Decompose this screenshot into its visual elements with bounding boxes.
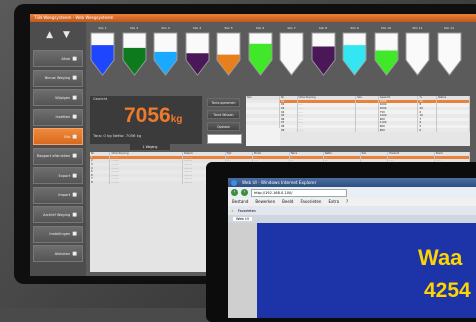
favorites-button[interactable]: Favorieten	[238, 209, 256, 213]
sidebar-button-label: Afval	[61, 56, 71, 61]
sidebar-button-label: Export	[58, 173, 71, 178]
browser-menu-bar: Bestand Bewerken Beeld Favorieten Extra?	[228, 198, 476, 206]
sidebar: ▲ ▼ Afval ■ Nieuw Weging ■ Wijzigen ■ Inzetten…	[30, 22, 86, 276]
favorites-bar: ★ Favorieten	[228, 206, 476, 215]
weight-display: Gewicht 7056kg Tara: 0 kg Netto: 7056 kg	[90, 96, 202, 144]
sidebar-button-label: Wijzigen	[55, 95, 71, 100]
weging-input[interactable]	[207, 134, 242, 144]
weight-number-text: 4254	[424, 279, 471, 302]
browser-menu-item[interactable]: Beeld	[282, 198, 293, 206]
silo-fill-level	[375, 50, 397, 75]
edit-icon: ■	[72, 94, 77, 101]
archive-icon: ■	[72, 211, 77, 218]
drop-icon: ■	[72, 114, 77, 120]
address-input[interactable]: http://192.168.0.100/	[251, 188, 347, 197]
back-icon[interactable]: ‹	[231, 189, 238, 196]
silo-fill-level	[154, 51, 177, 75]
silo-tank[interactable]: Silo 5	[216, 26, 241, 78]
weight-caption: Gewicht	[93, 97, 108, 101]
weging-count: 1 Weging	[130, 144, 170, 150]
browser-menu-item[interactable]: Extra	[328, 198, 339, 206]
sidebar-button-6[interactable]: Export ■	[33, 167, 83, 184]
browser-menu-item[interactable]: Favorieten	[300, 198, 321, 206]
silo-icon: ■	[72, 133, 77, 140]
sidebar-button-1[interactable]: Nieuw Weging ■	[33, 69, 83, 87]
silo-fill-level	[186, 53, 208, 75]
sidebar-button-label: Afsluiten	[54, 251, 71, 256]
silo-fill-level	[123, 47, 145, 75]
browser-menu-item[interactable]: Bewerken	[255, 198, 275, 206]
sidebar-button-label: Archief Weging	[43, 212, 71, 217]
sidebar-button-5[interactable]: Rapport afdrukken ■	[33, 147, 83, 165]
tab-bar: Web UI	[228, 215, 476, 223]
browser-title-bar: Web UI - Windows Internet Explorer	[228, 178, 476, 187]
tarra-wissen-button[interactable]: Tarra Wissen	[207, 110, 240, 119]
sidebar-button-label: Silo	[63, 134, 71, 139]
scale-icon: ■	[72, 75, 77, 81]
weight-heading-text: Waa	[418, 245, 463, 270]
silo-tank[interactable]: Silo 12	[437, 26, 462, 78]
silo-tank[interactable]: Silo 8	[311, 26, 336, 78]
sidebar-button-label: Import	[58, 193, 71, 197]
sidebar-button-7[interactable]: Import ■	[33, 186, 83, 204]
silo-tank[interactable]: Silo 4	[185, 26, 210, 78]
power-icon: ■	[72, 250, 77, 257]
silo-tank[interactable]: Silo 2	[122, 26, 147, 78]
tarra-opnemen-button[interactable]: Tarra opnemen	[207, 98, 240, 107]
opslaan-button[interactable]: Opslaan	[207, 122, 240, 131]
sidebar-button-label: Rapport afdrukken	[36, 154, 71, 158]
printer-icon: ■	[72, 153, 77, 159]
app-title-bar: TSN Weegsysteem - Web Weegsysteem	[30, 14, 476, 22]
sidebar-button-label: Nieuw Weging	[44, 76, 71, 80]
browser-window: Web UI - Windows Internet Explorer ‹ › h…	[228, 178, 476, 318]
silo-fill-level	[343, 45, 366, 75]
sidebar-button-label: Inzetten	[55, 115, 71, 119]
sidebar-button-8[interactable]: Archief Weging ■	[33, 206, 83, 223]
import-icon: ■	[72, 192, 77, 198]
sidebar-arrows: ▲ ▼	[30, 22, 86, 48]
filter-icon: ■	[72, 231, 77, 237]
forward-icon[interactable]: ›	[241, 189, 248, 196]
weight-value: 7056kg	[124, 104, 183, 127]
silo-tank[interactable]: Silo 7	[279, 26, 304, 78]
material-table: Nr Omschrijving Silo Gewicht% Status 01 ·····…	[280, 96, 471, 146]
tab-web-ui[interactable]: Web UI	[233, 217, 252, 221]
sidebar-button-3[interactable]: Inzetten ■	[33, 108, 83, 126]
silo-fill-level	[91, 45, 114, 75]
silo-list: Silo	[246, 96, 280, 146]
sidebar-button-9[interactable]: Instellingen ■	[33, 225, 83, 243]
bag-icon: ■	[72, 55, 77, 62]
silo-tank[interactable]: Silo 11	[405, 26, 430, 78]
silo-fill-level	[312, 46, 334, 75]
silo-tank[interactable]: Silo 3	[153, 26, 178, 78]
sidebar-button-10[interactable]: Afsluiten ■	[33, 245, 83, 262]
sidebar-button-2[interactable]: Wijzigen ■	[33, 89, 83, 106]
silo-tank[interactable]: Silo 6	[248, 26, 273, 78]
sidebar-button-0[interactable]: Afval ■	[33, 50, 83, 67]
up-arrow-icon[interactable]: ▲	[46, 30, 53, 40]
silo-tank[interactable]: Silo 9	[342, 26, 367, 78]
down-arrow-icon[interactable]: ▼	[63, 30, 70, 40]
favorites-star-icon[interactable]: ★	[231, 209, 234, 213]
silo-tank[interactable]: Silo 1	[90, 26, 115, 78]
sidebar-button-label: Instellingen	[49, 232, 71, 236]
address-bar-row: ‹ › http://192.168.0.100/	[228, 187, 476, 198]
ie-logo-icon	[231, 179, 237, 186]
silo-overview: Silo 1 Silo 2 Silo 3 Silo 4 Silo 5 Silo 6 Silo…	[90, 26, 476, 96]
browser-menu-item[interactable]: Bestand	[232, 198, 248, 206]
tara-netto-text: Tara: 0 kg Netto: 7056 kg	[93, 133, 142, 138]
silo-fill-level	[249, 43, 271, 75]
silo-tank[interactable]: Silo 10	[374, 26, 399, 78]
export-icon: ■	[72, 172, 77, 179]
sidebar-button-4[interactable]: Silo ■	[33, 128, 83, 145]
browser-menu-item[interactable]: ?	[346, 198, 348, 206]
